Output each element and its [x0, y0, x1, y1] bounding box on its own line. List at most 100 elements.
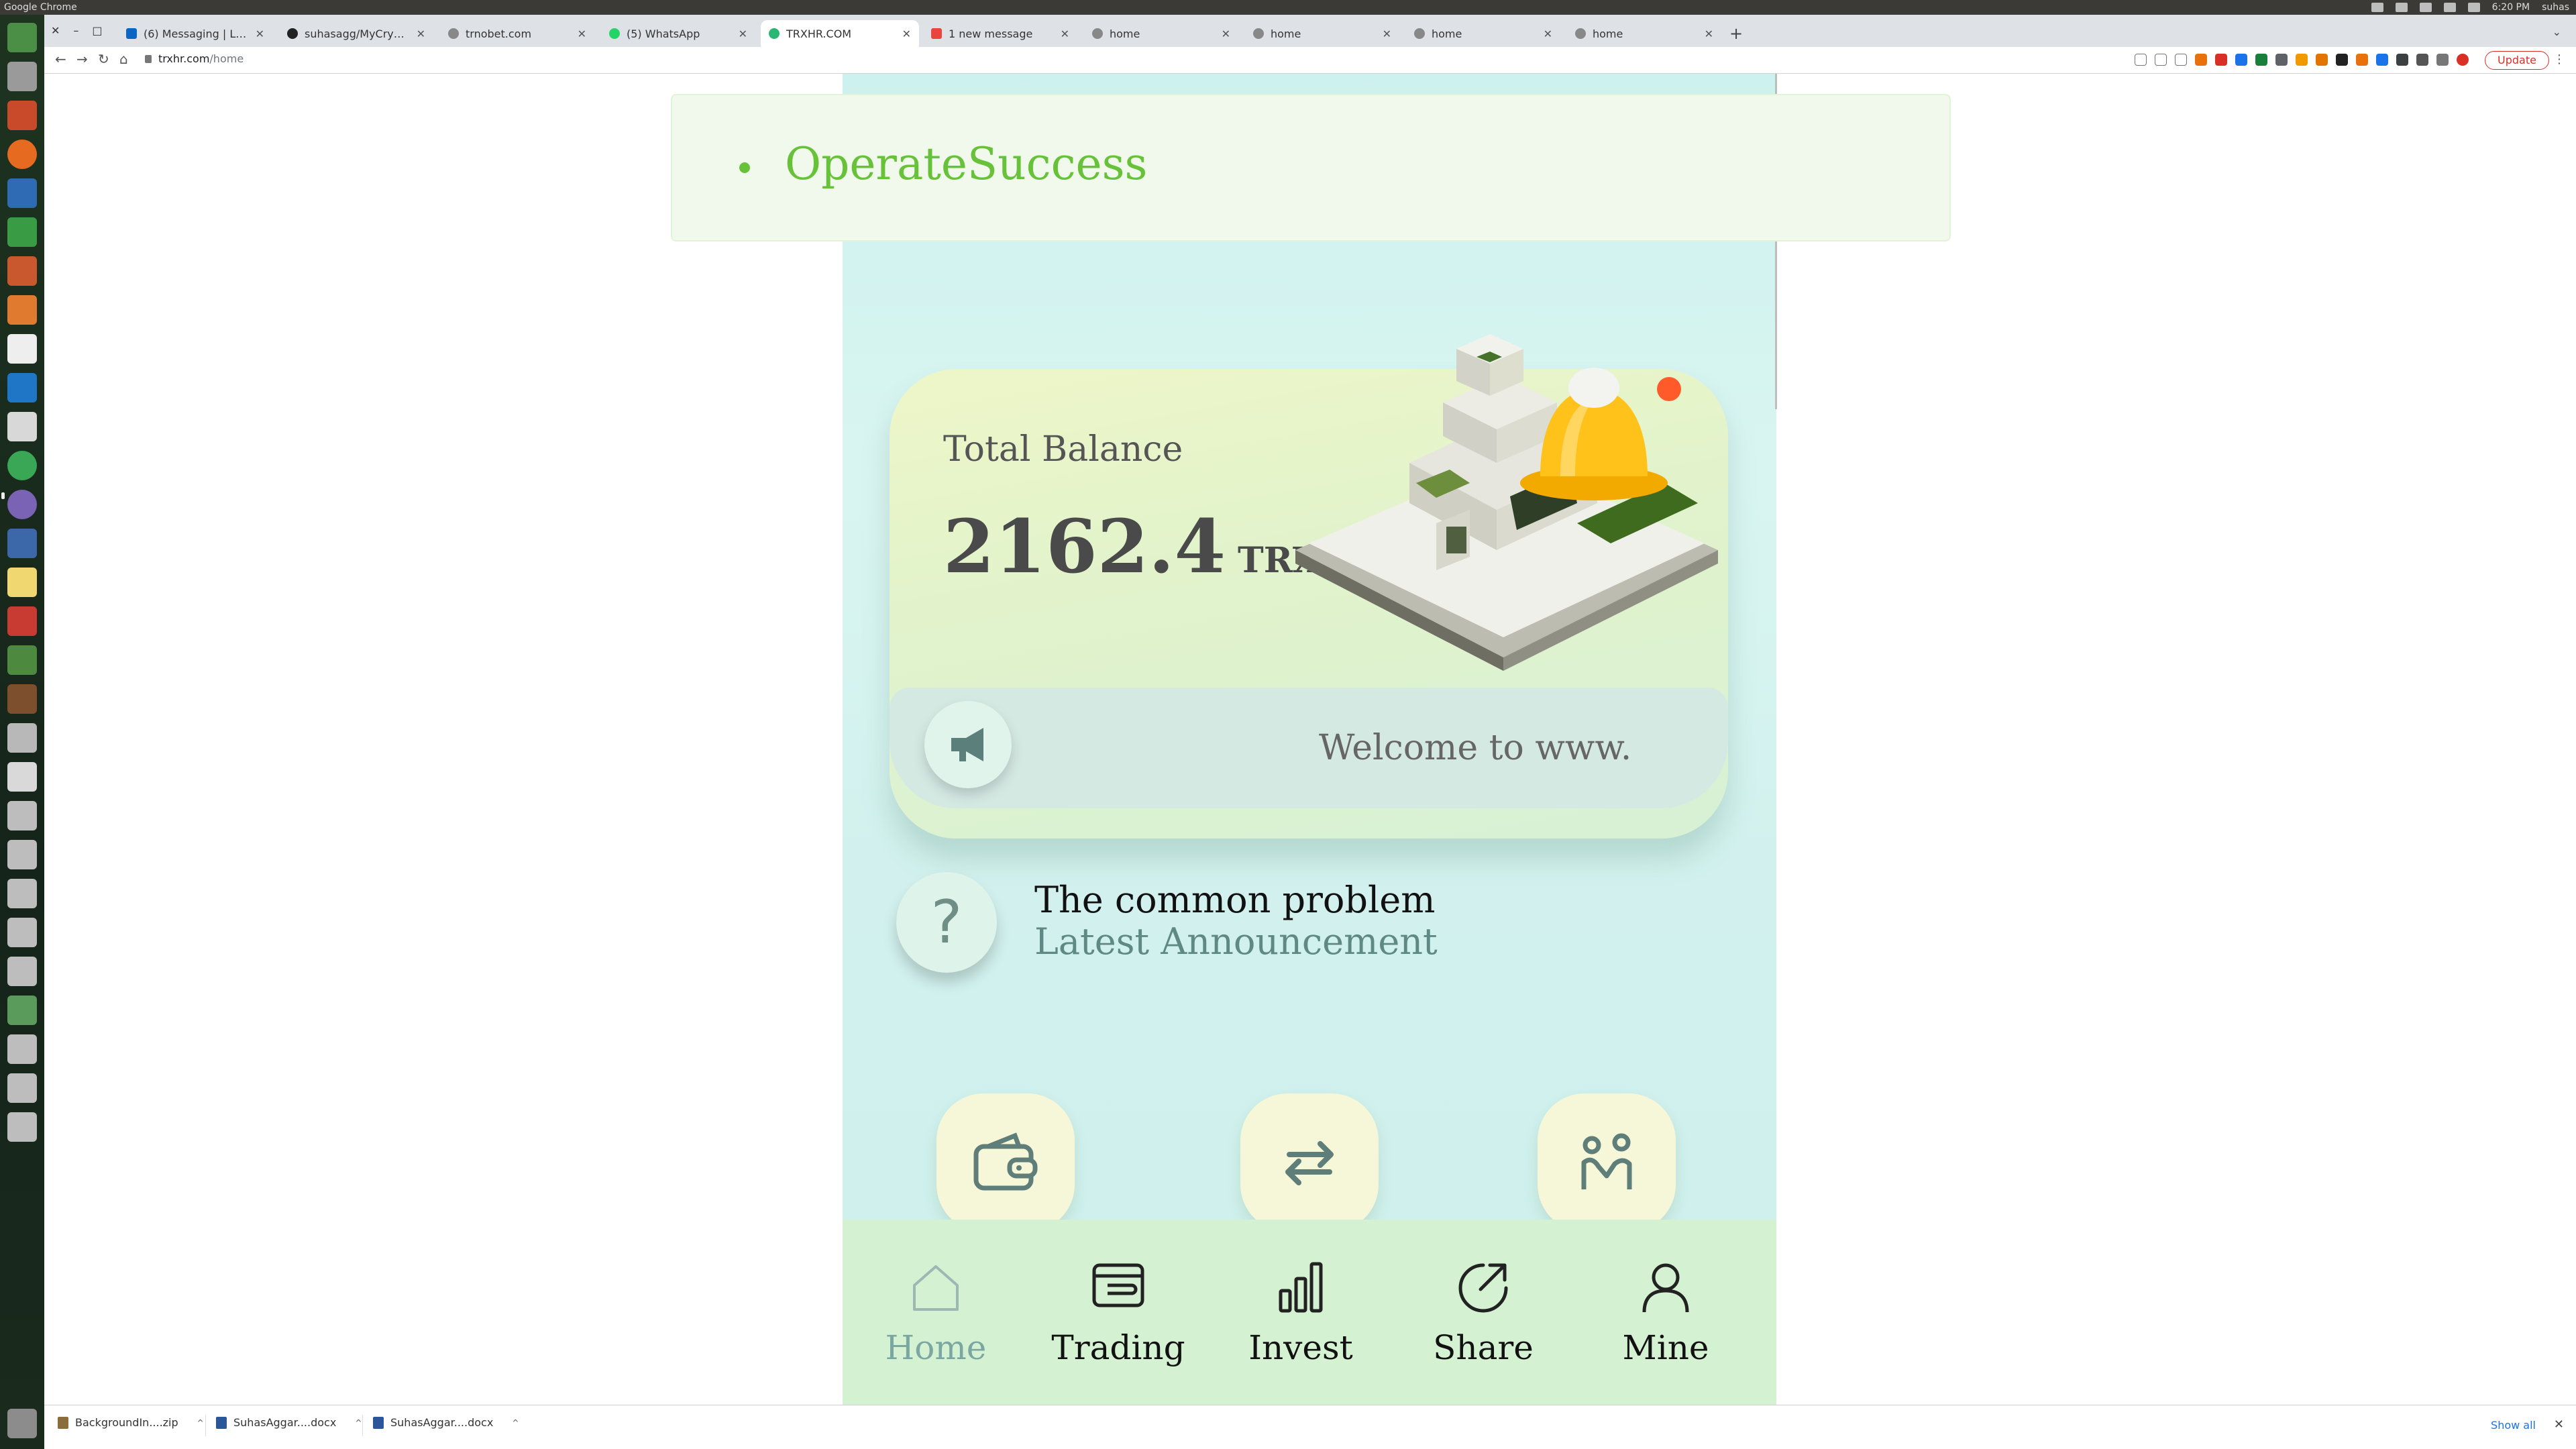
chevron-up-icon[interactable]: ^ [197, 1418, 204, 1428]
team-button[interactable] [1538, 1093, 1676, 1232]
extension-icon[interactable] [2215, 54, 2227, 66]
wallet-button[interactable] [936, 1093, 1075, 1232]
question-icon[interactable]: ? [896, 872, 997, 973]
drive-icon[interactable] [7, 996, 37, 1025]
chrome-icon[interactable] [7, 451, 37, 480]
close-tab-icon[interactable]: ✕ [1544, 28, 1552, 40]
vscode-icon[interactable] [7, 373, 37, 402]
firefox-icon[interactable] [7, 140, 37, 169]
browser-tab-active[interactable]: TRXHR.COM ✕ [761, 20, 919, 47]
close-tab-icon[interactable]: ✕ [256, 28, 264, 40]
app-launcher-icon[interactable] [7, 101, 37, 130]
browser-tab[interactable]: (6) Messaging | LinkedIn ✕ [118, 20, 272, 47]
bookmark-star-icon[interactable] [2175, 54, 2187, 66]
extension-icon[interactable] [2255, 54, 2267, 66]
os-clock[interactable]: 6:20 PM [2492, 2, 2530, 13]
files-launcher-icon[interactable] [7, 62, 37, 91]
extension-icon[interactable] [2235, 54, 2247, 66]
volume-icon[interactable] [2467, 3, 2480, 12]
metamask-icon[interactable] [2316, 54, 2328, 66]
show-all-downloads-link[interactable]: Show all [2491, 1419, 2536, 1432]
lock-icon[interactable] [145, 55, 152, 63]
battery-icon[interactable] [2443, 3, 2456, 12]
drive-icon[interactable] [7, 879, 37, 908]
back-icon[interactable]: ← [55, 51, 66, 67]
chevron-up-icon[interactable]: ^ [512, 1418, 519, 1428]
mail-icon[interactable] [2419, 3, 2432, 12]
trash-icon[interactable] [7, 1409, 37, 1438]
share-page-icon[interactable] [2135, 54, 2147, 66]
home-browser-icon[interactable]: ⌂ [119, 51, 128, 67]
settings-icon[interactable] [7, 412, 37, 441]
browser-tab[interactable]: home ✕ [1245, 20, 1399, 47]
tab-invest[interactable]: Invest [1208, 1220, 1394, 1405]
close-tab-icon[interactable]: ✕ [1061, 28, 1069, 40]
extension-icon[interactable] [2275, 54, 2288, 66]
download-item[interactable]: SuhasAggar....docx ^ [216, 1416, 362, 1429]
app-icon-red[interactable] [7, 606, 37, 636]
tab-trading[interactable]: Trading [1025, 1220, 1212, 1405]
keyboard-icon[interactable] [2395, 3, 2408, 12]
calc-icon[interactable] [7, 217, 37, 247]
reload-icon[interactable]: ↻ [98, 51, 109, 67]
megaphone-button[interactable] [924, 701, 1012, 788]
close-window-icon[interactable]: ✕ [51, 24, 60, 37]
drive-icon[interactable] [7, 957, 37, 986]
browser-tab[interactable]: suhasagg/MyCryptoAsset ✕ [279, 20, 433, 47]
browser-tab[interactable]: trnobet.com ✕ [440, 20, 594, 47]
chevron-up-icon[interactable]: ^ [355, 1418, 362, 1428]
drive-icon[interactable] [7, 918, 37, 947]
extension-icon[interactable] [2356, 54, 2368, 66]
browser-tab[interactable]: home ✕ [1406, 20, 1560, 47]
home-launcher-icon[interactable] [7, 23, 37, 52]
menu-icon[interactable]: ⋮ [2553, 52, 2565, 66]
tab-share[interactable]: Share [1390, 1220, 1576, 1405]
browser-tab[interactable]: home ✕ [1567, 20, 1721, 47]
software-center-icon[interactable] [7, 295, 37, 325]
close-tab-icon[interactable]: ✕ [1222, 28, 1230, 40]
impress-icon[interactable] [7, 256, 37, 286]
faq-title[interactable]: The common problem [1034, 879, 1435, 921]
send-icon[interactable] [2155, 54, 2167, 66]
close-shelf-icon[interactable]: ✕ [2554, 1417, 2564, 1432]
close-tab-icon[interactable]: ✕ [739, 28, 747, 40]
app-icon-blue[interactable] [7, 529, 37, 558]
close-tab-icon[interactable]: ✕ [417, 28, 425, 40]
close-tab-icon[interactable]: ✕ [1383, 28, 1391, 40]
exchange-button[interactable] [1240, 1093, 1379, 1232]
app-icon-green[interactable] [7, 645, 37, 675]
app-icon-brown[interactable] [7, 684, 37, 714]
drive-icon[interactable] [7, 1034, 37, 1064]
maximize-window-icon[interactable]: □ [92, 24, 102, 37]
browser-tab[interactable]: (5) WhatsApp ✕ [601, 20, 755, 47]
extension-icon[interactable] [2336, 54, 2348, 66]
download-item[interactable]: SuhasAggar....docx ^ [373, 1416, 519, 1429]
extension-icon[interactable] [2396, 54, 2408, 66]
text-editor-icon[interactable] [7, 762, 37, 792]
extension-icon[interactable] [2195, 54, 2207, 66]
drive-icon[interactable] [7, 801, 37, 830]
faq-row[interactable]: ? The common problem Latest Announcement [896, 865, 1634, 979]
address-bar[interactable]: trxhr.com/home [145, 52, 244, 65]
os-user[interactable]: suhas [2542, 2, 2569, 13]
update-button[interactable]: Update [2485, 51, 2549, 70]
app-icon-purple[interactable] [7, 490, 37, 519]
new-tab-button[interactable]: + [1729, 24, 1743, 43]
notes-icon[interactable] [7, 568, 37, 597]
close-tab-icon[interactable]: ✕ [1705, 28, 1713, 40]
drive-icon[interactable] [7, 1073, 37, 1103]
close-tab-icon[interactable]: ✕ [578, 28, 586, 40]
puzzle-icon[interactable] [2416, 54, 2428, 66]
tab-search-icon[interactable]: ⌄ [2553, 25, 2561, 38]
download-item[interactable]: BackgroundIn....zip ^ [58, 1416, 204, 1429]
extension-icon[interactable] [2296, 54, 2308, 66]
tab-mine[interactable]: Mine [1572, 1220, 1759, 1405]
writer-icon[interactable] [7, 178, 37, 208]
profile-avatar[interactable] [2457, 54, 2469, 66]
minimize-window-icon[interactable]: – [73, 24, 78, 37]
drive-icon[interactable] [7, 723, 37, 753]
forward-icon[interactable]: → [76, 51, 88, 67]
browser-tab[interactable]: home ✕ [1084, 20, 1238, 47]
extension-icon[interactable] [2376, 54, 2388, 66]
drive-icon[interactable] [7, 1112, 37, 1142]
